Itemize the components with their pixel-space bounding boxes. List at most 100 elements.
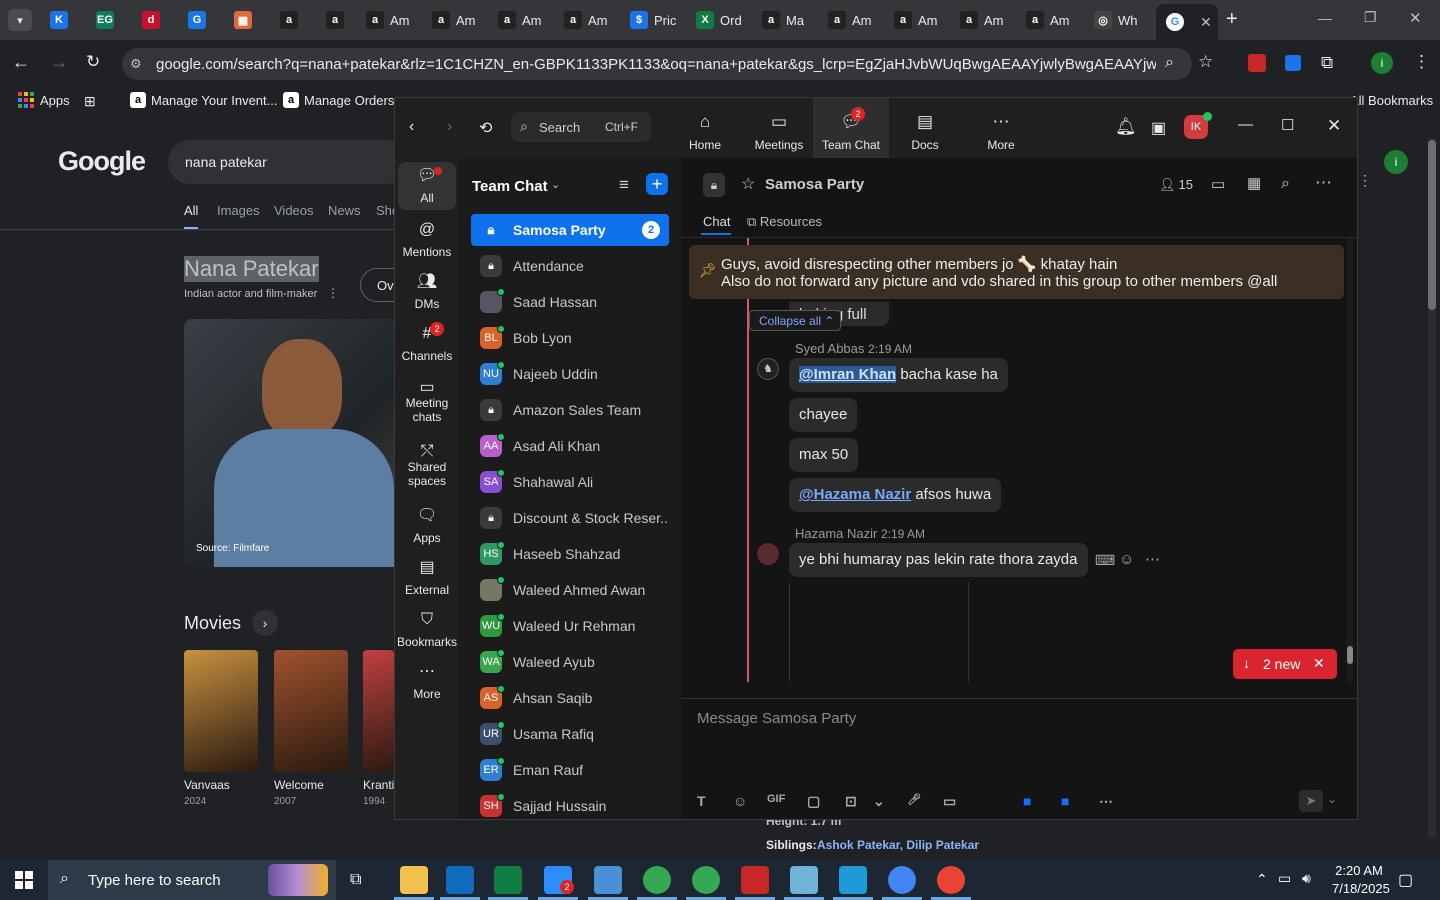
file-explorer-icon[interactable]: [400, 866, 428, 894]
nav-docs[interactable]: ▤ Docs: [887, 98, 963, 158]
browser-tab[interactable]: $ Pric: [630, 6, 676, 34]
gif-icon[interactable]: GIF: [767, 793, 785, 805]
google-apps-icon[interactable]: ⋮: [1358, 172, 1372, 189]
search-icon[interactable]: ⌕: [1281, 175, 1290, 193]
browser-tab[interactable]: K: [50, 6, 74, 34]
search-tab[interactable]: Images: [217, 203, 260, 218]
nav-home[interactable]: ⌂ Home: [667, 98, 743, 158]
rail-external[interactable]: ▤ External: [398, 554, 456, 604]
movie-poster[interactable]: [184, 650, 258, 772]
taskbar-search-input[interactable]: Type here to search: [88, 872, 221, 889]
taskbar-search[interactable]: ⌕ Type here to search: [48, 860, 336, 900]
chrome-menu-icon[interactable]: ⋮: [1413, 52, 1430, 72]
extension-blue-icon[interactable]: [1285, 55, 1301, 71]
message-bubble[interactable]: @Imran Khan bacha kase ha: [789, 358, 1008, 392]
forward-icon[interactable]: ›: [447, 118, 452, 136]
calendar-icon[interactable]: ▦: [1247, 174, 1261, 192]
more-icon[interactable]: ⋯: [1099, 793, 1113, 810]
browser-tab[interactable]: EG: [96, 6, 120, 34]
message-bubble[interactable]: max 50: [789, 438, 859, 472]
vpn-icon[interactable]: [839, 866, 867, 894]
browser-tab[interactable]: ▦: [234, 6, 258, 34]
rail-all[interactable]: 💬︎ All: [398, 162, 456, 210]
calculator-icon[interactable]: [594, 866, 622, 894]
movie-title[interactable]: Vanvaas: [184, 778, 264, 792]
browser-tab[interactable]: a Am: [960, 6, 1004, 34]
zoom-search-input[interactable]: ⌕ Search Ctrl+F: [511, 112, 651, 142]
members-count[interactable]: 👤︎ 15: [1159, 177, 1193, 193]
browser-tab[interactable]: a Ma: [762, 6, 804, 34]
chevron-down-icon[interactable]: ⌄: [873, 793, 885, 810]
excel-icon[interactable]: [494, 866, 522, 894]
channel-item[interactable]: 🔒︎ Samosa Party 2: [471, 214, 669, 246]
notifications-icon[interactable]: ▢: [1398, 870, 1413, 890]
movie-title[interactable]: Welcome: [274, 778, 354, 792]
browser-tab[interactable]: a: [280, 6, 304, 34]
chrome-profile-icon[interactable]: [692, 866, 720, 894]
notifications-bell-icon[interactable]: 🔔︎: [1115, 117, 1137, 137]
search-tab[interactable]: All: [184, 203, 198, 218]
new-messages-button[interactable]: ↓ 2 new ✕: [1233, 649, 1337, 679]
chrome-alt-icon[interactable]: [888, 866, 916, 894]
video-clip-icon[interactable]: ▭: [943, 793, 956, 810]
movie-poster[interactable]: [274, 650, 348, 772]
rail-shared-spaces[interactable]: ⤲ Shared spaces: [398, 438, 456, 489]
search-icon[interactable]: ⌕: [1165, 54, 1174, 72]
channel-item[interactable]: Waleed Ahmed Awan: [471, 574, 669, 606]
tab-chat[interactable]: Chat: [703, 214, 730, 229]
close-icon[interactable]: ✕: [1313, 655, 1325, 672]
chevron-up-icon[interactable]: ⌃: [1256, 871, 1268, 888]
windows-start-icon[interactable]: [15, 871, 33, 889]
bookmark-star-icon[interactable]: ☆: [1198, 52, 1213, 72]
chrome-active-icon[interactable]: [937, 866, 965, 894]
nav-team-chat[interactable]: 💬︎ Team Chat 2: [813, 98, 889, 158]
browser-tab[interactable]: a Am: [432, 6, 476, 34]
url-text[interactable]: google.com/search?q=nana+patekar&rlz=1C1…: [156, 56, 1156, 73]
sender-name[interactable]: Hazama Nazir 2:19 AM: [795, 526, 925, 541]
mention-link[interactable]: @Imran Khan: [799, 366, 897, 383]
rail-meeting-chats[interactable]: ▭ Meeting chats: [398, 374, 456, 425]
new-chat-plus-icon[interactable]: +: [646, 173, 668, 195]
search-tab[interactable]: Videos: [274, 203, 314, 218]
network-icon[interactable]: ▭: [1278, 870, 1291, 887]
channel-item[interactable]: 🔒︎ Discount & Stock Reser...: [471, 502, 669, 534]
bookmark-all[interactable]: All Bookmarks: [1350, 93, 1433, 108]
entity-more-icon[interactable]: ⋮: [327, 286, 339, 300]
close-window-icon[interactable]: ✕: [1409, 9, 1422, 27]
channel-item[interactable]: Saad Hassan: [471, 286, 669, 318]
browser-tab[interactable]: d: [142, 6, 166, 34]
rail-more[interactable]: ⋯ More: [398, 658, 456, 708]
screenshot-icon[interactable]: ⊡: [845, 793, 857, 810]
more-options-icon[interactable]: ⋯: [1315, 173, 1332, 193]
filezilla-icon[interactable]: [741, 866, 769, 894]
filter-icon[interactable]: ≡: [619, 175, 629, 195]
restore-icon[interactable]: ❐: [1364, 9, 1377, 26]
nav-meetings[interactable]: ▭ Meetings: [741, 98, 817, 158]
browser-tab[interactable]: X Ord: [696, 6, 742, 34]
tab-search-button[interactable]: ▾: [8, 9, 32, 31]
more-actions-icon[interactable]: ⋯: [1145, 550, 1160, 568]
entity-photo[interactable]: Source: Filmfare: [184, 319, 394, 567]
channel-item[interactable]: 🔒︎ Attendance: [471, 250, 669, 282]
tab-groups-icon[interactable]: ⊞: [84, 93, 96, 110]
format-text-icon[interactable]: T: [697, 793, 706, 809]
reply-icon[interactable]: ⌨︎: [1095, 552, 1115, 569]
movies-arrow-icon[interactable]: ›: [252, 610, 278, 636]
microphone-icon[interactable]: 🎤︎: [907, 793, 921, 806]
movie-title[interactable]: Kranti: [363, 778, 394, 792]
google-search-box[interactable]: nana patekar: [168, 140, 408, 184]
emoji-icon[interactable]: ☺: [733, 793, 747, 809]
nav-more[interactable]: ⋯ More: [963, 98, 1039, 158]
bookmark-apps[interactable]: Apps: [40, 93, 70, 108]
back-icon[interactable]: ←: [12, 52, 30, 73]
star-icon[interactable]: ☆: [741, 174, 755, 194]
rail-apps[interactable]: 🗨︎ Apps: [398, 502, 456, 552]
send-options-chevron-icon[interactable]: ⌄: [1327, 792, 1337, 806]
site-info-icon[interactable]: ⚙: [130, 56, 142, 72]
outlook-icon[interactable]: [446, 866, 474, 894]
clock[interactable]: 2:20 AM 7/18/2025: [1332, 863, 1390, 896]
rail-channels[interactable]: # Channels 2: [398, 320, 456, 370]
browser-tab[interactable]: a: [326, 6, 350, 34]
browser-tab[interactable]: a Am: [1026, 6, 1070, 34]
avatar[interactable]: [757, 543, 779, 565]
